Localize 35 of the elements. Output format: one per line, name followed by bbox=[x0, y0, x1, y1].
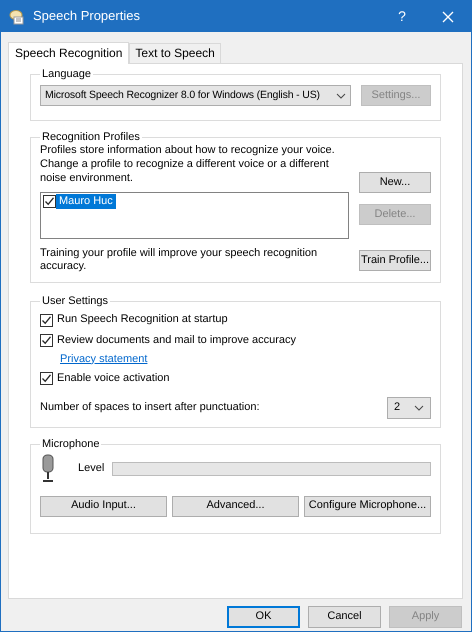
checkbox-label: Enable voice activation bbox=[57, 372, 170, 386]
microphone-button[interactable]: Audio Input... bbox=[40, 496, 167, 516]
group-label: User Settings bbox=[41, 295, 110, 308]
chevron-icon bbox=[414, 405, 424, 412]
tab[interactable]: Speech Recognition bbox=[8, 42, 130, 64]
checkbox-label: Run Speech Recognition at startup bbox=[57, 313, 228, 328]
description-text: Profiles store information about how to recognize your voice. Change a profile to recognize a different voice or a different noise environment. bbox=[40, 144, 336, 186]
checkbox[interactable] bbox=[40, 314, 53, 327]
recognizer-dropdown[interactable]: Microsoft Speech Recognizer 8.0 for Windows (English - US) bbox=[40, 85, 351, 106]
train-profile-button[interactable]: Train Profile... bbox=[359, 250, 431, 271]
dialog-button[interactable]: OK bbox=[227, 606, 300, 628]
level-label: Level bbox=[78, 462, 104, 476]
checkbox[interactable] bbox=[43, 195, 56, 208]
app-icon bbox=[9, 8, 25, 24]
group-label: Language bbox=[41, 68, 92, 82]
spaces-dropdown[interactable]: 2 bbox=[387, 397, 431, 420]
tab[interactable]: Text to Speech bbox=[129, 43, 221, 63]
checkbox[interactable] bbox=[40, 372, 53, 385]
microphone-button[interactable]: Advanced... bbox=[172, 496, 299, 516]
group-label: Recognition Profiles bbox=[41, 131, 141, 144]
help-button[interactable]: ? bbox=[379, 8, 425, 26]
microphone-button[interactable]: Configure Microphone... bbox=[304, 496, 431, 516]
checkbox-label: Review documents and mail to improve accuracy bbox=[57, 334, 296, 348]
training-text: Training your profile will improve your speech recognition accuracy. bbox=[40, 246, 318, 274]
checkbox[interactable] bbox=[40, 334, 53, 348]
window-title: Speech Properties bbox=[33, 8, 141, 25]
profile-name[interactable]: Mauro Huc bbox=[56, 194, 116, 210]
new-button[interactable]: New... bbox=[359, 172, 431, 194]
chevron-icon bbox=[336, 92, 346, 99]
spaces-label: Number of spaces to insert after punctuation: bbox=[40, 401, 260, 416]
microphone-icon bbox=[40, 454, 56, 484]
group-label: Microphone bbox=[41, 438, 100, 452]
privacy-link[interactable]: Privacy statement bbox=[60, 352, 148, 365]
dialog-button[interactable]: Cancel bbox=[308, 606, 381, 628]
profile-list[interactable]: Mauro Huc bbox=[40, 192, 349, 239]
